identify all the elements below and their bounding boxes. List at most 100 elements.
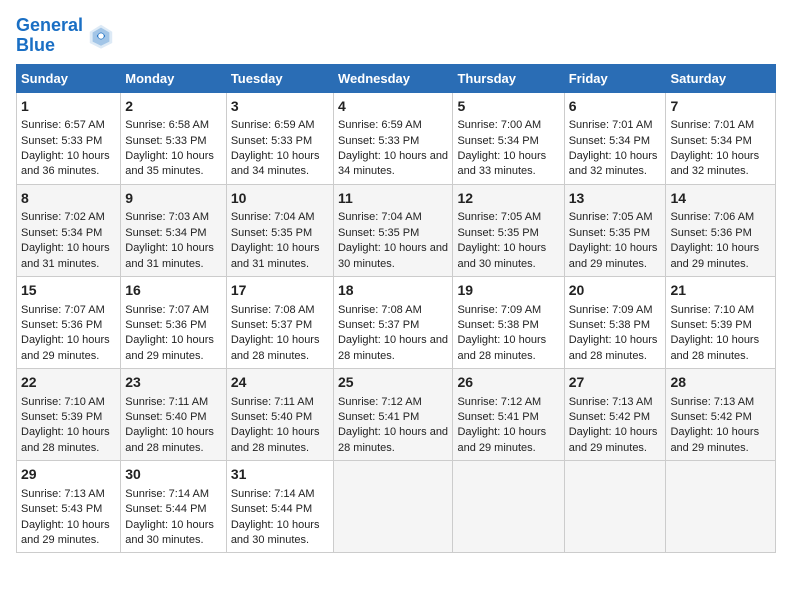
daylight-label: Daylight: 10 hours and 31 minutes. (231, 242, 320, 269)
col-header-sunday: Sunday (17, 64, 121, 92)
daylight-label: Daylight: 10 hours and 29 minutes. (457, 426, 546, 453)
day-number: 25 (338, 373, 448, 393)
daylight-label: Daylight: 10 hours and 29 minutes. (670, 242, 759, 269)
day-number: 10 (231, 189, 329, 209)
day-number: 17 (231, 281, 329, 301)
calendar-cell: 6Sunrise: 7:01 AMSunset: 5:34 PMDaylight… (564, 92, 666, 184)
sunset-label: Sunset: 5:35 PM (338, 227, 419, 239)
sunrise-label: Sunrise: 7:04 AM (231, 211, 315, 223)
col-header-thursday: Thursday (453, 64, 564, 92)
sunrise-label: Sunrise: 6:57 AM (21, 119, 105, 131)
sunset-label: Sunset: 5:34 PM (457, 135, 538, 147)
calendar-cell: 27Sunrise: 7:13 AMSunset: 5:42 PMDayligh… (564, 369, 666, 461)
calendar-cell: 26 Sunrise: 7:12 AM Sunset: 5:41 PM Dayligh… (453, 369, 564, 461)
daylight-label: Daylight: 10 hours and 29 minutes. (569, 426, 658, 453)
sunrise-label: Sunrise: 7:13 AM (569, 396, 653, 408)
day-number: 13 (569, 189, 662, 209)
sunrise-label: Sunrise: 6:59 AM (231, 119, 315, 131)
sunset-label: Sunset: 5:44 PM (231, 503, 312, 515)
calendar-cell: 13 Sunrise: 7:05 AM Sunset: 5:35 PM Dayligh… (564, 184, 666, 276)
day-number: 6 (569, 97, 662, 117)
sunrise-label: Sunrise: 7:12 AM (457, 396, 541, 408)
sunset-label: Sunset: 5:35 PM (457, 227, 538, 239)
daylight-label: Daylight: 10 hours and 29 minutes. (21, 519, 110, 546)
sunset-label: Sunset: 5:33 PM (125, 135, 206, 147)
calendar-cell: 29Sunrise: 7:13 AMSunset: 5:43 PMDayligh… (17, 461, 121, 553)
sunset-label: Sunset: 5:43 PM (21, 503, 102, 515)
sunset-label: Sunset: 5:35 PM (569, 227, 650, 239)
sunset-label: Sunset: 5:41 PM (457, 411, 538, 423)
day-number: 24 (231, 373, 329, 393)
day-number: 12 (457, 189, 559, 209)
sunrise-label: Sunrise: 7:03 AM (125, 211, 209, 223)
calendar-cell: 5Sunrise: 7:00 AMSunset: 5:34 PMDaylight… (453, 92, 564, 184)
calendar-cell: 3Sunrise: 6:59 AMSunset: 5:33 PMDaylight… (226, 92, 333, 184)
sunrise-label: Sunrise: 7:14 AM (125, 488, 209, 500)
day-number: 15 (21, 281, 116, 301)
sunrise-label: Sunrise: 7:10 AM (670, 304, 754, 316)
daylight-label: Daylight: 10 hours and 29 minutes. (125, 334, 214, 361)
daylight-label: Daylight: 10 hours and 30 minutes. (457, 242, 546, 269)
sunset-label: Sunset: 5:44 PM (125, 503, 206, 515)
sunset-label: Sunset: 5:38 PM (569, 319, 650, 331)
sunrise-label: Sunrise: 7:05 AM (457, 211, 541, 223)
calendar-cell: 28Sunrise: 7:13 AMSunset: 5:42 PMDayligh… (666, 369, 776, 461)
calendar-cell: 24Sunrise: 7:11 AMSunset: 5:40 PMDayligh… (226, 369, 333, 461)
daylight-label: Daylight: 10 hours and 28 minutes. (231, 426, 320, 453)
daylight-label: Daylight: 10 hours and 29 minutes. (569, 242, 658, 269)
day-number: 4 (338, 97, 448, 117)
sunrise-label: Sunrise: 7:11 AM (125, 396, 208, 408)
day-number: 11 (338, 189, 448, 209)
calendar-cell: 17Sunrise: 7:08 AMSunset: 5:37 PMDayligh… (226, 276, 333, 368)
logo-icon (87, 22, 115, 50)
day-number: 1 (21, 97, 116, 117)
day-number: 16 (125, 281, 222, 301)
calendar-cell (564, 461, 666, 553)
day-number: 22 (21, 373, 116, 393)
daylight-label: Daylight: 10 hours and 28 minutes. (457, 334, 546, 361)
calendar-cell: 8Sunrise: 7:02 AMSunset: 5:34 PMDaylight… (17, 184, 121, 276)
day-number: 21 (670, 281, 771, 301)
sunrise-label: Sunrise: 7:13 AM (21, 488, 105, 500)
calendar-cell: 11 Sunrise: 7:04 AM Sunset: 5:35 PM Dayligh… (333, 184, 452, 276)
calendar-cell: 16Sunrise: 7:07 AMSunset: 5:36 PMDayligh… (121, 276, 227, 368)
sunset-label: Sunset: 5:33 PM (21, 135, 102, 147)
daylight-label: Daylight: 10 hours and 30 minutes. (338, 242, 448, 269)
day-number: 23 (125, 373, 222, 393)
daylight-label: Daylight: 10 hours and 35 minutes. (125, 150, 214, 177)
calendar-week-row: 1 Sunrise: 6:57 AM Sunset: 5:33 PM Daylight… (17, 92, 776, 184)
calendar-week-row: 8Sunrise: 7:02 AMSunset: 5:34 PMDaylight… (17, 184, 776, 276)
daylight-label: Daylight: 10 hours and 34 minutes. (231, 150, 320, 177)
calendar-week-row: 22Sunrise: 7:10 AMSunset: 5:39 PMDayligh… (17, 369, 776, 461)
day-number: 26 (457, 373, 559, 393)
sunrise-label: Sunrise: 7:08 AM (338, 304, 422, 316)
day-number: 7 (670, 97, 771, 117)
day-number: 9 (125, 189, 222, 209)
calendar-cell: 2Sunrise: 6:58 AMSunset: 5:33 PMDaylight… (121, 92, 227, 184)
sunrise-label: Sunrise: 7:05 AM (569, 211, 653, 223)
calendar-cell: 25Sunrise: 7:12 AMSunset: 5:41 PMDayligh… (333, 369, 452, 461)
day-number: 18 (338, 281, 448, 301)
logo: GeneralBlue (16, 16, 115, 56)
col-header-friday: Friday (564, 64, 666, 92)
calendar-cell: 14Sunrise: 7:06 AMSunset: 5:36 PMDayligh… (666, 184, 776, 276)
sunset-label: Sunset: 5:42 PM (670, 411, 751, 423)
daylight-label: Daylight: 10 hours and 28 minutes. (670, 334, 759, 361)
sunset-label: Sunset: 5:36 PM (21, 319, 102, 331)
day-number: 30 (125, 465, 222, 485)
calendar-cell: 4Sunrise: 6:59 AMSunset: 5:33 PMDaylight… (333, 92, 452, 184)
sunrise-label: Sunrise: 6:59 AM (338, 119, 422, 131)
day-number: 8 (21, 189, 116, 209)
daylight-label: Daylight: 10 hours and 30 minutes. (231, 519, 320, 546)
daylight-label: Daylight: 10 hours and 36 minutes. (21, 150, 110, 177)
sunrise-label: Sunrise: 7:12 AM (338, 396, 422, 408)
calendar-cell: 10Sunrise: 7:04 AMSunset: 5:35 PMDayligh… (226, 184, 333, 276)
daylight-label: Daylight: 10 hours and 32 minutes. (670, 150, 759, 177)
day-number: 2 (125, 97, 222, 117)
sunset-label: Sunset: 5:42 PM (569, 411, 650, 423)
daylight-label: Daylight: 10 hours and 33 minutes. (457, 150, 546, 177)
calendar-cell: 15Sunrise: 7:07 AMSunset: 5:36 PMDayligh… (17, 276, 121, 368)
sunset-label: Sunset: 5:37 PM (231, 319, 312, 331)
sunrise-label: Sunrise: 7:04 AM (338, 211, 422, 223)
sunset-label: Sunset: 5:34 PM (125, 227, 206, 239)
